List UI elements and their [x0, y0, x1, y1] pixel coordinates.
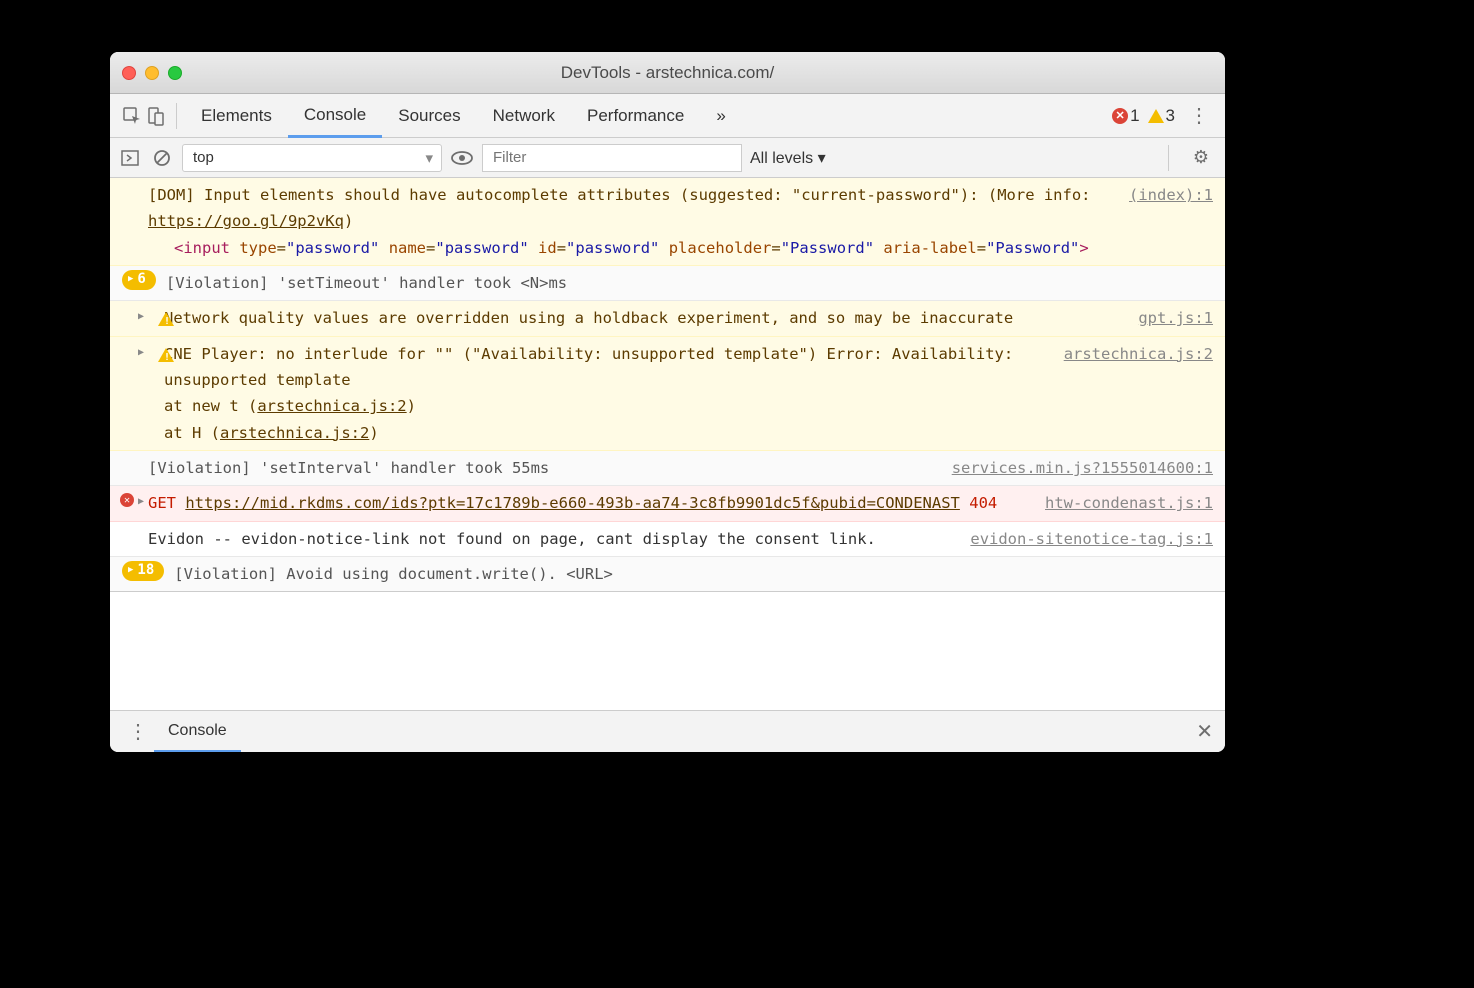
maximize-window-button[interactable]: [168, 66, 182, 80]
tab-more[interactable]: »: [700, 94, 741, 138]
log-levels-select[interactable]: All levels ▾: [750, 148, 826, 168]
warning-icon: [158, 348, 174, 362]
disclosure-icon[interactable]: ▶: [138, 308, 144, 325]
tab-network[interactable]: Network: [477, 94, 571, 138]
request-url-link[interactable]: https://mid.rkdms.com/ids?ptk=17c1789b-e…: [185, 494, 960, 512]
close-drawer-icon[interactable]: ✕: [1196, 719, 1213, 744]
drawer: ⋮ Console ✕: [110, 710, 1225, 752]
source-link[interactable]: arstechnica.js:2: [257, 397, 406, 415]
filter-input[interactable]: [482, 144, 742, 172]
source-link[interactable]: evidon-sitenotice-tag.js:1: [970, 526, 1213, 552]
warning-count-badge[interactable]: 3: [1148, 106, 1175, 126]
tab-console[interactable]: Console: [288, 94, 382, 138]
console-messages: [DOM] Input elements should have autocom…: [110, 178, 1225, 592]
source-link[interactable]: services.min.js?1555014600:1: [952, 455, 1213, 481]
drawer-menu-icon[interactable]: ⋮: [122, 719, 154, 744]
console-error-row: ✕ ▶ GET https://mid.rkdms.com/ids?ptk=17…: [110, 486, 1225, 521]
divider: [176, 103, 177, 129]
menu-kebab-icon[interactable]: ⋮: [1183, 103, 1215, 128]
console-violation-row: 6 [Violation] 'setTimeout' handler took …: [110, 266, 1225, 301]
tab-sources[interactable]: Sources: [382, 94, 476, 138]
devtools-window: DevTools - arstechnica.com/ Elements Con…: [110, 52, 1225, 752]
message-count-pill[interactable]: 6: [122, 270, 156, 290]
titlebar: DevTools - arstechnica.com/: [110, 52, 1225, 94]
tab-elements[interactable]: Elements: [185, 94, 288, 138]
source-link[interactable]: arstechnica.js:2: [1064, 341, 1213, 446]
warning-count: 3: [1166, 106, 1175, 126]
info-link[interactable]: https://goo.gl/9p2vKq: [148, 212, 344, 230]
source-link[interactable]: arstechnica.js:2: [220, 424, 369, 442]
disclosure-icon[interactable]: ▶: [138, 344, 144, 361]
html-snippet: <input type="password" name="password" i…: [148, 235, 1113, 261]
error-icon: ✕: [120, 493, 134, 507]
error-icon: ✕: [1112, 108, 1128, 124]
source-link[interactable]: htw-condenast.js:1: [1045, 490, 1213, 516]
source-link[interactable]: (index):1: [1129, 182, 1213, 261]
error-count-badge[interactable]: ✕ 1: [1112, 106, 1139, 126]
context-select[interactable]: top: [182, 144, 442, 172]
minimize-window-button[interactable]: [145, 66, 159, 80]
message-count-pill[interactable]: 18: [122, 561, 164, 581]
divider: [1168, 145, 1169, 171]
live-expression-icon[interactable]: [450, 146, 474, 170]
console-warning-row: ▶ Network quality values are overridden …: [110, 301, 1225, 336]
window-title: DevTools - arstechnica.com/: [110, 63, 1225, 83]
toggle-sidebar-icon[interactable]: [118, 146, 142, 170]
drawer-tab-console[interactable]: Console: [154, 711, 241, 752]
warning-icon: [1148, 109, 1164, 123]
disclosure-icon[interactable]: ▶: [138, 493, 144, 510]
console-violation-row: [Violation] 'setInterval' handler took 5…: [110, 451, 1225, 486]
inspect-icon[interactable]: [120, 104, 144, 128]
tab-performance[interactable]: Performance: [571, 94, 700, 138]
http-status: 404: [969, 494, 997, 512]
traffic-lights: [122, 66, 182, 80]
close-window-button[interactable]: [122, 66, 136, 80]
error-count: 1: [1130, 106, 1139, 126]
settings-gear-icon[interactable]: ⚙: [1185, 147, 1217, 168]
clear-console-icon[interactable]: [150, 146, 174, 170]
source-link[interactable]: gpt.js:1: [1138, 305, 1213, 331]
console-violation-row: 18 [Violation] Avoid using document.writ…: [110, 557, 1225, 592]
console-toolbar: top All levels ▾ ⚙: [110, 138, 1225, 178]
warning-icon: [158, 312, 174, 326]
console-log-row: Evidon -- evidon-notice-link not found o…: [110, 522, 1225, 557]
console-warning-row: [DOM] Input elements should have autocom…: [110, 178, 1225, 266]
console-warning-row: ▶ CNE Player: no interlude for "" ("Avai…: [110, 337, 1225, 451]
main-tabbar: Elements Console Sources Network Perform…: [110, 94, 1225, 138]
device-toggle-icon[interactable]: [144, 104, 168, 128]
